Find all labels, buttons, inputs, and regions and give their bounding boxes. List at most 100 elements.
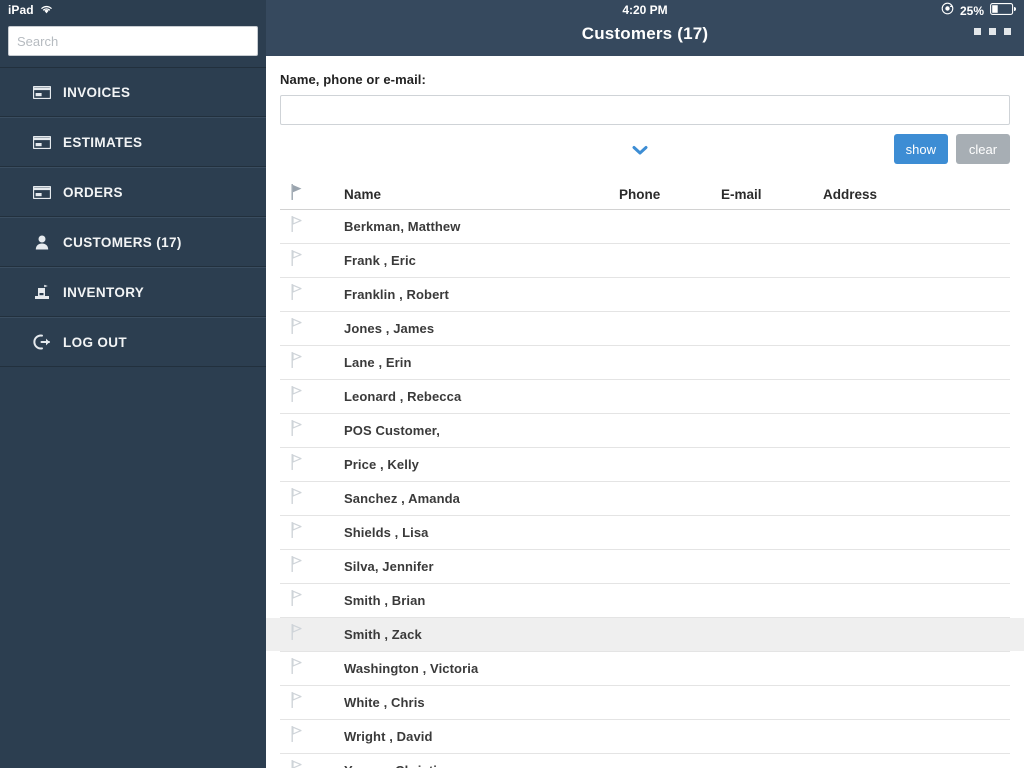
table-row[interactable]: Price , Kelly [280, 448, 1010, 482]
row-flag-cell[interactable] [280, 725, 344, 747]
card-icon [32, 182, 52, 202]
row-name: Silva, Jennifer [344, 559, 434, 574]
row-name: Sanchez , Amanda [344, 491, 460, 506]
table-row[interactable]: Frank , Eric [280, 244, 1010, 278]
flag-outline-icon [291, 657, 303, 679]
row-flag-cell[interactable] [280, 283, 344, 305]
row-name: Franklin , Robert [344, 287, 449, 302]
table-row[interactable]: Sanchez , Amanda [280, 482, 1010, 516]
customer-search-input[interactable] [280, 95, 1010, 125]
sidebar-search-wrapper [8, 26, 258, 56]
sidebar-item-estimates[interactable]: ESTIMATES [0, 117, 266, 167]
flag-outline-icon [291, 453, 303, 475]
sidebar-item-orders[interactable]: ORDERS [0, 167, 266, 217]
filter-panel: Name, phone or e-mail: show clear [266, 56, 1024, 179]
column-header-name[interactable]: Name [344, 187, 619, 202]
flag-outline-icon [291, 521, 303, 543]
row-name: Young , Christina [344, 763, 619, 768]
flag-outline-icon [291, 487, 303, 509]
filter-buttons: show clear [893, 134, 1010, 164]
row-flag-cell[interactable] [280, 589, 344, 611]
flag-outline-icon [291, 385, 303, 407]
table-row[interactable]: Lane , Erin [280, 346, 1010, 380]
row-flag-cell[interactable] [280, 487, 344, 509]
table-row[interactable]: White , Chris [280, 686, 1010, 720]
row-name: Smith , Brian [344, 593, 426, 608]
table-row[interactable]: Wright , David [280, 720, 1010, 754]
row-name: Berkman, Matthew [344, 219, 461, 234]
battery-icon [990, 2, 1016, 20]
flag-outline-icon [291, 419, 303, 441]
row-flag-cell[interactable] [280, 419, 344, 441]
sidebar-item-customers[interactable]: CUSTOMERS (17) [0, 217, 266, 267]
row-flag-cell[interactable] [280, 623, 344, 645]
table-row[interactable]: Franklin , Robert [280, 278, 1010, 312]
flag-outline-icon [291, 283, 303, 305]
column-header-phone[interactable]: Phone [619, 187, 721, 202]
flag-outline-icon [291, 215, 303, 237]
filter-controls: show clear [280, 134, 1010, 179]
table-row[interactable]: Leonard , Rebecca [280, 380, 1010, 414]
row-flag-cell[interactable] [280, 555, 344, 577]
table-row[interactable]: Smith , Brian [280, 584, 1010, 618]
column-header-address[interactable]: Address [823, 187, 1010, 202]
row-flag-cell[interactable] [280, 249, 344, 271]
row-flag-cell[interactable] [280, 759, 344, 768]
row-flag-cell[interactable] [280, 385, 344, 407]
status-bar-left: iPad [0, 0, 266, 20]
flag-filled-icon [291, 183, 303, 205]
flag-column-header[interactable] [280, 183, 344, 205]
row-flag-cell[interactable] [280, 351, 344, 373]
logout-icon [32, 332, 52, 352]
overflow-dot [989, 28, 996, 35]
table-row[interactable]: Jones , James [280, 312, 1010, 346]
filter-label: Name, phone or e-mail: [280, 72, 426, 87]
card-icon [32, 132, 52, 152]
table-row[interactable]: Washington , Victoria [280, 652, 1010, 686]
row-flag-cell[interactable] [280, 317, 344, 339]
row-flag-cell[interactable] [280, 453, 344, 475]
table-row[interactable]: Shields , Lisa [280, 516, 1010, 550]
inventory-icon [32, 282, 52, 302]
table-row[interactable]: Young , Christina [280, 754, 1010, 768]
row-flag-cell[interactable] [280, 215, 344, 237]
overflow-menu-icon[interactable] [974, 28, 1011, 35]
flag-outline-icon [291, 759, 303, 768]
chevron-down-icon[interactable] [629, 140, 651, 160]
row-flag-cell[interactable] [280, 521, 344, 543]
row-name: POS Customer, [344, 423, 440, 438]
column-header-email[interactable]: E-mail [721, 187, 823, 202]
row-name: Washington , Victoria [344, 661, 479, 676]
clear-button[interactable]: clear [956, 134, 1010, 164]
sidebar-menu: INVOICES ESTIMATES ORDERS CUSTOMERS (17)… [0, 67, 266, 367]
table-row[interactable]: Berkman, Matthew [280, 210, 1010, 244]
sidebar-item-logout[interactable]: LOG OUT [0, 317, 266, 367]
card-icon [32, 82, 52, 102]
sidebar-item-inventory[interactable]: INVENTORY [0, 267, 266, 317]
table-row[interactable]: Silva, Jennifer [280, 550, 1010, 584]
show-button[interactable]: show [893, 134, 948, 164]
row-name: Price , Kelly [344, 457, 420, 472]
table-row[interactable]: Smith , Zack [266, 618, 1024, 652]
overflow-dot [1004, 28, 1011, 35]
page-title: Customers (17) [581, 24, 709, 43]
flag-outline-icon [291, 589, 303, 611]
flag-outline-icon [291, 725, 303, 747]
flag-outline-icon [291, 555, 303, 577]
row-name: Lane , Erin [344, 355, 412, 370]
status-indicators: 25% [941, 2, 1016, 20]
device-label: iPad [8, 3, 34, 17]
overflow-dot [974, 28, 981, 35]
row-name: White , Chris [344, 695, 425, 710]
customers-table: Name Phone E-mail Address Berkman, Matth… [266, 179, 1024, 768]
row-name: Shields , Lisa [344, 525, 429, 540]
row-flag-cell[interactable] [280, 657, 344, 679]
search-input[interactable] [8, 26, 258, 56]
row-flag-cell[interactable] [280, 691, 344, 713]
table-row[interactable]: POS Customer, [280, 414, 1010, 448]
status-clock: 4:20 PM [622, 3, 668, 17]
main-content: Name, phone or e-mail: show clear Name P… [266, 56, 1024, 768]
rotation-lock-icon [941, 2, 954, 20]
row-name: Frank , Eric [344, 253, 417, 268]
sidebar-item-invoices[interactable]: INVOICES [0, 67, 266, 117]
